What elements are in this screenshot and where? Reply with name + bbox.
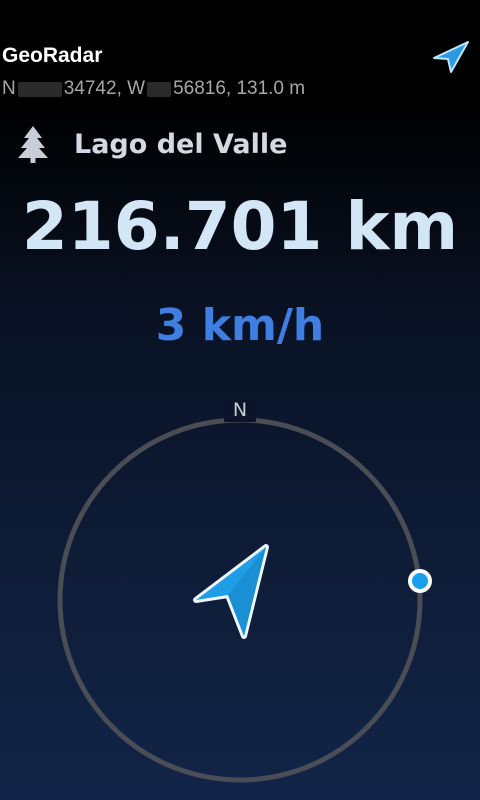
longitude-altitude-value: 56816, 131.0 m <box>173 78 306 99</box>
destination-row[interactable]: Lago del Valle <box>18 122 287 166</box>
latitude-value: 34742, W <box>63 78 146 99</box>
direction-arrow-icon <box>193 544 269 639</box>
action-bar: GeoRadar N 34742, W 56816, 131.0 m <box>0 0 480 108</box>
latitude-prefix: N <box>2 78 16 99</box>
app-title: GeoRadar <box>2 44 103 67</box>
compass: N <box>0 390 480 790</box>
navigation-arrow-icon <box>433 41 469 73</box>
redacted-block <box>147 81 172 97</box>
pine-tree-icon <box>18 126 48 163</box>
north-label: N <box>233 399 247 421</box>
distance-readout: 216.701 km <box>21 188 459 265</box>
compass-graphic: N <box>57 398 432 783</box>
navigation-button[interactable] <box>428 38 472 78</box>
speed-readout: 3 km/h <box>155 300 325 351</box>
destination-name: Lago del Valle <box>74 128 288 160</box>
destination-marker-icon <box>408 569 432 593</box>
coordinates-readout: N 34742, W 56816, 131.0 m <box>2 78 305 100</box>
redacted-block <box>17 81 62 97</box>
